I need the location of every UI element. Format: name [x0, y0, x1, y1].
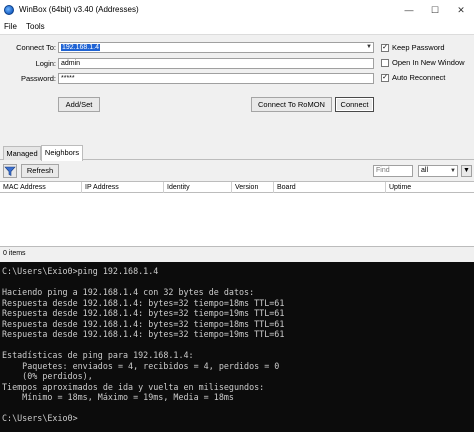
tab-managed[interactable]: Managed: [3, 146, 41, 160]
console-line: Paquetes: enviados = 4, recibidos = 4, p…: [2, 360, 280, 371]
keep-password-checkbox[interactable]: ✓: [381, 44, 389, 52]
toolbar: Refresh Find all ▼ ▼: [0, 161, 474, 181]
connect-to-field[interactable]: 192.168.1.4 ▼: [58, 42, 374, 53]
column-version[interactable]: Version: [232, 182, 274, 193]
add-set-button[interactable]: Add/Set: [58, 97, 100, 112]
console-line: Mínimo = 18ms, Máximo = 19ms, Media = 18…: [2, 392, 234, 402]
filter-icon: [4, 166, 16, 176]
neighbors-table-body[interactable]: [0, 193, 474, 246]
console-prompt: C:\Users\Exio0>: [2, 413, 78, 423]
more-button[interactable]: ▼: [461, 165, 472, 177]
console-line: Respuesta desde 192.168.1.4: bytes=32 ti…: [2, 318, 285, 329]
minimize-button[interactable]: —: [396, 0, 422, 20]
title-bar[interactable]: WinBox (64bit) v3.40 (Addresses) — ☐ ✕: [0, 0, 474, 20]
connect-to-value: 192.168.1.4: [61, 44, 100, 51]
winbox-app-icon: [4, 5, 14, 15]
password-value: *****: [61, 75, 75, 82]
winbox-window: WinBox (64bit) v3.40 (Addresses) — ☐ ✕ F…: [0, 0, 474, 262]
maximize-button[interactable]: ☐: [422, 0, 448, 20]
connect-to-romon-button[interactable]: Connect To RoMON: [251, 97, 332, 112]
window-title: WinBox (64bit) v3.40 (Addresses): [19, 5, 139, 14]
column-uptime[interactable]: Uptime: [386, 182, 474, 193]
menu-bar: File Tools: [0, 20, 474, 34]
console-line: Haciendo ping a 192.168.1.4 con 32 bytes…: [2, 287, 255, 297]
tab-neighbors[interactable]: Neighbors: [41, 145, 83, 161]
filter-button[interactable]: [3, 164, 17, 178]
items-count: 0 items: [3, 250, 26, 257]
connect-to-label: Connect To:: [16, 43, 56, 52]
keep-password-label: Keep Password: [392, 43, 445, 52]
open-new-window-label: Open In New Window: [392, 58, 465, 67]
filter-select[interactable]: all ▼: [418, 165, 458, 177]
table-header: MAC Address IP Address Identity Version …: [0, 181, 474, 193]
refresh-button[interactable]: Refresh: [21, 164, 59, 178]
status-bar: 0 items: [0, 246, 474, 260]
filter-select-value: all: [421, 167, 429, 174]
chevron-down-icon[interactable]: ▼: [366, 43, 372, 52]
chevron-down-icon: ▼: [450, 168, 456, 174]
login-label: Login:: [35, 59, 56, 68]
column-board[interactable]: Board: [274, 182, 386, 193]
connect-panel: Connect To: 192.168.1.4 ▼ Login: admin P…: [0, 34, 474, 130]
close-button[interactable]: ✕: [448, 0, 474, 20]
connect-button[interactable]: Connect: [335, 97, 374, 112]
auto-reconnect-checkbox[interactable]: ✓: [381, 74, 389, 82]
command-prompt-console[interactable]: C:\Users\Exio0>ping 192.168.1.4 Haciendo…: [0, 262, 474, 432]
tabs-row: Managed Neighbors: [0, 144, 474, 161]
console-line: Respuesta desde 192.168.1.4: bytes=32 ti…: [2, 297, 285, 308]
password-field[interactable]: *****: [58, 73, 374, 84]
console-line: C:\Users\Exio0>ping 192.168.1.4: [2, 266, 159, 276]
auto-reconnect-label: Auto Reconnect: [392, 73, 446, 82]
menu-file[interactable]: File: [4, 22, 17, 31]
console-line: (0% perdidos),: [2, 371, 93, 381]
console-line: Respuesta desde 192.168.1.4: bytes=32 ti…: [2, 329, 285, 339]
find-input[interactable]: Find: [373, 165, 413, 177]
open-new-window-checkbox[interactable]: [381, 59, 389, 67]
column-mac-address[interactable]: MAC Address: [0, 182, 82, 193]
password-label: Password:: [20, 74, 56, 83]
column-identity[interactable]: Identity: [164, 182, 232, 193]
menu-tools[interactable]: Tools: [26, 22, 45, 31]
console-line: Tiempos aproximados de ida y vuelta en m…: [2, 381, 265, 392]
login-value: admin: [61, 60, 81, 67]
login-field[interactable]: admin: [58, 58, 374, 69]
console-line: Respuesta desde 192.168.1.4: bytes=32 ti…: [2, 308, 285, 318]
column-ip-address[interactable]: IP Address: [82, 182, 164, 193]
console-line: Estadísticas de ping para 192.168.1.4:: [2, 350, 194, 360]
